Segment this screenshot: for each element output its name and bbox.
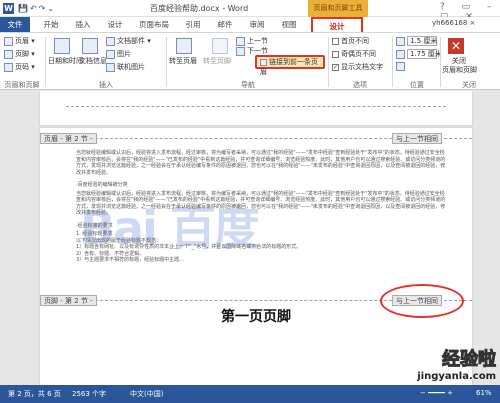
picture-button[interactable]: 图片	[106, 49, 131, 59]
checkbox-icon	[332, 37, 339, 45]
diff-first-page-checkbox[interactable]: 首页不同	[332, 36, 369, 46]
ribbon-tabs: 文件 开始 插入 设计 页面布局 引用 邮件 审阅 视图 设计 yh666168…	[0, 17, 500, 32]
goto-footer-icon	[212, 38, 228, 54]
page-number-button[interactable]: 页码 ▾	[4, 62, 35, 72]
page-current: 页眉 - 第 2 节 - 与上一节相同 Bai 百度 当您就经验编辑或认识后，经…	[40, 128, 472, 385]
document-area: 页眉 - 第 2 节 - 与上一节相同 Bai 百度 当您就经验编辑或认识后，经…	[0, 91, 500, 385]
checkbox-icon	[332, 50, 339, 58]
goto-header-icon	[176, 38, 192, 54]
group-label-header-footer: 页眉和页脚	[4, 81, 40, 89]
arrow-up-icon	[236, 36, 245, 46]
document-body[interactable]: 当您就经验编辑或认识后，经验将进入发布流程，经过审核，将为编写者采纳，可以通过"…	[76, 150, 446, 264]
header-button[interactable]: 页眉 ▾	[4, 36, 35, 46]
ribbon-divider	[166, 37, 167, 87]
user-account[interactable]: yh666168 ×	[432, 19, 475, 27]
tab-references[interactable]: 引用	[180, 17, 206, 32]
link-icon	[260, 58, 267, 66]
group-label-insert: 插入	[99, 81, 113, 89]
link-to-previous-button[interactable]: 链接到前一条页眉	[255, 55, 325, 76]
language-indicator[interactable]: 中文(中国)	[130, 389, 163, 399]
page-previous	[40, 91, 472, 125]
picture-icon	[106, 49, 115, 59]
paragraph[interactable]: 当您就经验编辑或认识后，经验将进入发布流程，经过审核，将为编写者采纳，可以通过"…	[76, 150, 446, 176]
tab-page-layout[interactable]: 页面布局	[134, 17, 174, 32]
tab-view[interactable]: 视图	[276, 17, 302, 32]
word-app-icon: W	[3, 3, 14, 14]
header-footer-tools-title: 页眉和页脚工具	[308, 0, 368, 17]
goto-header-button[interactable]: 转至页眉	[169, 56, 197, 66]
tab-file[interactable]: 文件	[0, 17, 30, 32]
group-label-options: 选项	[353, 81, 367, 89]
quick-access-toolbar[interactable]: 💾↶↷⌄	[18, 4, 56, 13]
site-watermark: 经验啦 jingyanla.com	[417, 349, 496, 383]
ribbon: 页眉 ▾ 页脚 ▾ 页码 ▾ 页眉和页脚 日期和时间 文档信息 文档部件 ▾ 图…	[0, 32, 500, 90]
zoom-level[interactable]: 61%	[476, 389, 492, 397]
header-top-icon	[396, 36, 405, 46]
online-picture-button[interactable]: 联机图片	[106, 62, 145, 72]
tab-home[interactable]: 开始	[38, 17, 64, 32]
group-label-position: 位置	[410, 81, 424, 89]
calendar-icon	[54, 38, 70, 54]
heading[interactable]: ·百度经验的编辑被分类	[76, 182, 446, 189]
status-bar: 第 2 页，共 6 页 2563 个字 中文(中国) − ━━━━ + 61%	[0, 385, 500, 403]
footer-position-field[interactable]: 1.75 厘米	[396, 49, 442, 59]
page-count[interactable]: 第 2 页，共 6 页	[8, 389, 61, 399]
tab-header-footer-design[interactable]: 设计	[311, 17, 363, 32]
ribbon-divider	[328, 37, 329, 87]
doc-info-button[interactable]: 文档信息	[79, 56, 107, 66]
footer-boundary	[66, 106, 446, 107]
arrow-down-icon	[236, 46, 245, 56]
footer-icon	[4, 49, 13, 59]
same-as-previous-tag: 与上一节相同	[392, 133, 442, 144]
footer-text[interactable]: 第一页页脚	[40, 306, 472, 326]
close-icon: ✕	[448, 38, 464, 54]
header-section-tag: 页眉 - 第 2 节 -	[40, 133, 97, 144]
doc-parts-icon	[106, 36, 115, 46]
alignment-icon	[396, 62, 405, 71]
page-number-icon	[4, 62, 13, 72]
group-label-close: 关闭	[462, 81, 476, 89]
word-count[interactable]: 2563 个字	[72, 389, 106, 399]
ribbon-divider	[392, 37, 393, 87]
tab-insert[interactable]: 插入	[70, 17, 96, 32]
header-icon	[4, 36, 13, 46]
paragraph[interactable]: 当您就经验编辑或认识后，经验将进入发布流程，经过审核，将为编写者采纳，可以通过"…	[76, 191, 446, 217]
footer-button[interactable]: 页脚 ▾	[4, 49, 35, 59]
footer-bottom-icon	[396, 49, 405, 59]
document-info-icon	[82, 38, 98, 54]
goto-footer-button[interactable]: 转至页脚	[203, 56, 231, 66]
group-label-navigation: 导航	[241, 81, 255, 89]
alignment-tab-button[interactable]	[396, 62, 407, 71]
zoom-slider[interactable]: − ━━━━ +	[420, 389, 453, 397]
diff-odd-even-checkbox[interactable]: 奇偶页不同	[332, 49, 376, 59]
show-doc-text-checkbox[interactable]: ✓ 显示文档文字	[332, 62, 383, 72]
doc-parts-button[interactable]: 文档部件 ▾	[106, 36, 151, 46]
date-time-button[interactable]: 日期和时间	[48, 56, 83, 66]
tab-review[interactable]: 审阅	[244, 17, 270, 32]
tab-design-doc[interactable]: 设计	[102, 17, 128, 32]
header-position-field[interactable]: 1.5 厘米	[396, 36, 437, 46]
online-picture-icon	[106, 62, 115, 72]
heading[interactable]: ·经验标准的要求	[76, 223, 446, 230]
checkmark-icon: ✓	[332, 63, 339, 71]
tab-mailings[interactable]: 邮件	[212, 17, 238, 32]
window-title: 百度经验帮助.docx - Word	[150, 4, 249, 13]
prev-section-button[interactable]: 上一节	[236, 36, 268, 46]
title-bar: W 💾↶↷⌄ 百度经验帮助.docx - Word 页眉和页脚工具 ? ▭ – …	[0, 0, 500, 22]
footer-section-tag: 页脚 - 第 2 节 -	[40, 295, 97, 306]
list-item[interactable]: 3）与主题要求不相符的标题，经验标题中主题...	[76, 257, 446, 264]
